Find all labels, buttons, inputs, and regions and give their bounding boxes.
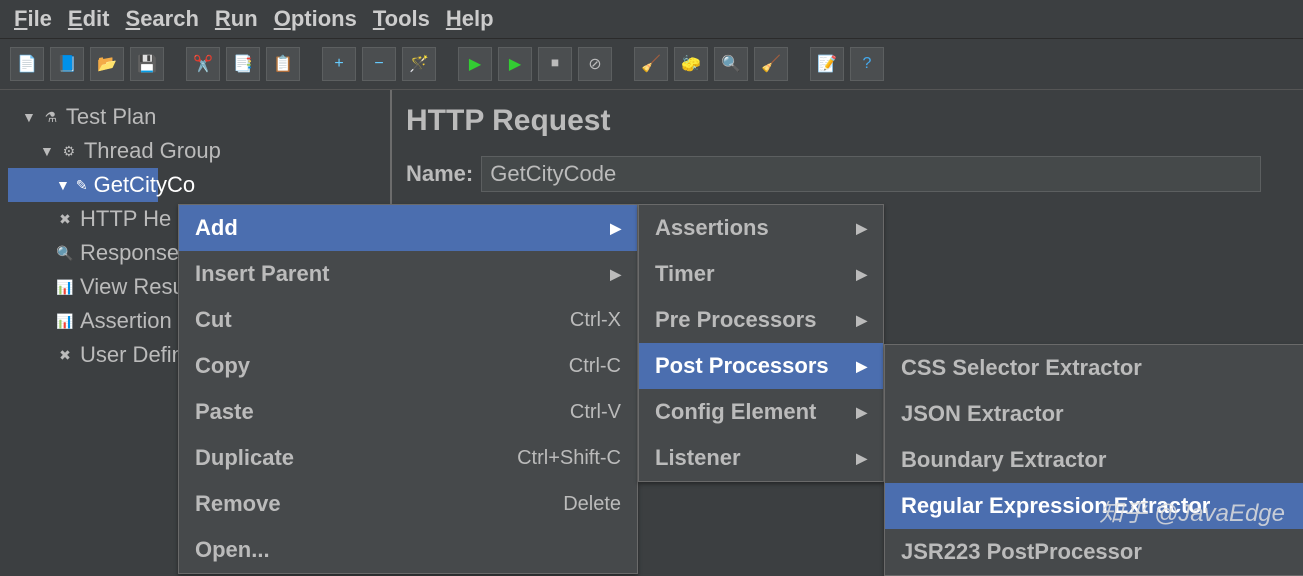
paste-icon[interactable]: 📋 [266, 47, 300, 81]
minus-icon[interactable]: − [362, 47, 396, 81]
flask-icon: ⚗ [42, 108, 60, 126]
clear-all-icon[interactable]: 🧽 [674, 47, 708, 81]
menubar: File Edit Search Run Options Tools Help [0, 0, 1303, 39]
name-input[interactable] [481, 156, 1261, 192]
toggle-icon[interactable]: 🪄 [402, 47, 436, 81]
post-regex-extractor[interactable]: Regular Expression Extractor [885, 483, 1303, 529]
submenu-arrow-icon: ▶ [856, 404, 867, 421]
chart-icon: 📊 [56, 278, 74, 296]
add-timer[interactable]: Timer▶ [639, 251, 883, 297]
ctx-insert-parent[interactable]: Insert Parent▶ [179, 251, 637, 297]
tree-sampler-getcitycode[interactable]: ▼✎GetCityCo [8, 168, 158, 202]
ctx-paste[interactable]: PasteCtrl-V [179, 389, 637, 435]
save-icon[interactable]: 💾 [130, 47, 164, 81]
ctx-cut[interactable]: CutCtrl-X [179, 297, 637, 343]
menu-edit[interactable]: Edit [62, 4, 116, 34]
magnifier-icon: 🔍 [56, 244, 74, 262]
toolbar: 📄 📘 📂 💾 ✂️ 📑 📋 + − 🪄 ▶ ▶ ⏹ ⊘ 🧹 🧽 🔍 🧹 📝 ? [0, 39, 1303, 90]
name-label: Name: [406, 161, 473, 187]
submenu-arrow-icon: ▶ [856, 266, 867, 283]
ctx-open[interactable]: Open... [179, 527, 637, 573]
menu-search[interactable]: Search [120, 4, 205, 34]
menu-help[interactable]: Help [440, 4, 500, 34]
plus-icon[interactable]: + [322, 47, 356, 81]
ctx-remove[interactable]: RemoveDelete [179, 481, 637, 527]
stop-icon[interactable]: ⏹ [538, 47, 572, 81]
menu-tools[interactable]: Tools [367, 4, 436, 34]
post-processors-submenu: CSS Selector Extractor JSON Extractor Bo… [884, 344, 1303, 576]
new-icon[interactable]: 📄 [10, 47, 44, 81]
tree-test-plan[interactable]: ▼⚗Test Plan [8, 100, 382, 134]
ctx-copy[interactable]: CopyCtrl-C [179, 343, 637, 389]
submenu-arrow-icon: ▶ [856, 450, 867, 467]
submenu-arrow-icon: ▶ [856, 220, 867, 237]
shutdown-icon[interactable]: ⊘ [578, 47, 612, 81]
submenu-arrow-icon: ▶ [610, 220, 621, 237]
run-notimers-icon[interactable]: ▶ [498, 47, 532, 81]
help-icon[interactable]: ? [850, 47, 884, 81]
post-boundary-extractor[interactable]: Boundary Extractor [885, 437, 1303, 483]
submenu-arrow-icon: ▶ [610, 266, 621, 283]
ctx-duplicate[interactable]: DuplicateCtrl+Shift-C [179, 435, 637, 481]
ctx-add[interactable]: Add▶ [179, 205, 637, 251]
submenu-arrow-icon: ▶ [856, 312, 867, 329]
add-config-element[interactable]: Config Element▶ [639, 389, 883, 435]
dropper-icon: ✎ [76, 176, 88, 194]
menu-run[interactable]: Run [209, 4, 264, 34]
gear-icon: ⚙ [60, 142, 78, 160]
tree-thread-group[interactable]: ▼⚙Thread Group [8, 134, 382, 168]
post-css-selector[interactable]: CSS Selector Extractor [885, 345, 1303, 391]
context-menu: Add▶ Insert Parent▶ CutCtrl-X CopyCtrl-C… [178, 204, 638, 574]
fn-helper-icon[interactable]: 📝 [810, 47, 844, 81]
copy-icon[interactable]: 📑 [226, 47, 260, 81]
add-submenu: Assertions▶ Timer▶ Pre Processors▶ Post … [638, 204, 884, 482]
submenu-arrow-icon: ▶ [856, 358, 867, 375]
wrench-icon: ✖ [56, 346, 74, 364]
add-pre-processors[interactable]: Pre Processors▶ [639, 297, 883, 343]
open-icon[interactable]: 📂 [90, 47, 124, 81]
add-listener[interactable]: Listener▶ [639, 435, 883, 481]
menu-file[interactable]: File [8, 4, 58, 34]
add-assertions[interactable]: Assertions▶ [639, 205, 883, 251]
post-json-extractor[interactable]: JSON Extractor [885, 391, 1303, 437]
clear-icon[interactable]: 🧹 [634, 47, 668, 81]
panel-title: HTTP Request [406, 104, 1289, 138]
wrench-icon: ✖ [56, 210, 74, 228]
cut-icon[interactable]: ✂️ [186, 47, 220, 81]
templates-icon[interactable]: 📘 [50, 47, 84, 81]
menu-options[interactable]: Options [268, 4, 363, 34]
post-jsr223[interactable]: JSR223 PostProcessor [885, 529, 1303, 575]
find-icon[interactable]: 🔍 [714, 47, 748, 81]
chart-icon: 📊 [56, 312, 74, 330]
run-icon[interactable]: ▶ [458, 47, 492, 81]
reset-search-icon[interactable]: 🧹 [754, 47, 788, 81]
add-post-processors[interactable]: Post Processors▶ [639, 343, 883, 389]
